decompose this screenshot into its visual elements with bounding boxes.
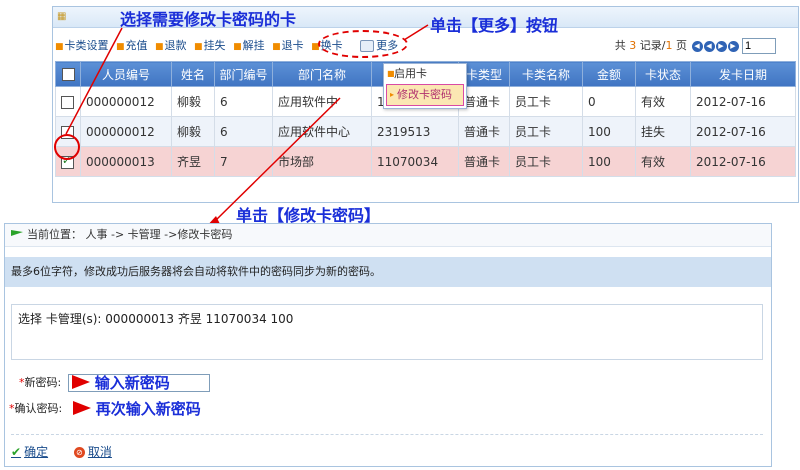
cancel-label: 取消: [87, 445, 112, 459]
check-icon: ✔: [11, 445, 22, 459]
confirm-label: 确定: [24, 445, 49, 459]
confirm-password-field[interactable]: 再次输入新密码: [69, 400, 211, 418]
notice-bar: 最多6位字符，修改成功后服务器将会自动将软件中的密码同步为新的密码。: [5, 257, 771, 287]
annotation-enter-new: 输入新密码: [94, 374, 170, 392]
new-password-field[interactable]: 输入新密码: [67, 374, 210, 392]
menu-item-change-password[interactable]: ▸ 修改卡密码: [386, 84, 464, 106]
confirm-password-label: 确认密码:: [14, 402, 63, 415]
arrow-icon: [71, 375, 90, 389]
confirm-button[interactable]: ✔ 确定: [11, 443, 48, 460]
arrow-icon: [72, 401, 91, 415]
arrow-to-more: [403, 24, 429, 41]
breadcrumb: 当前位置： 人事 -> 卡管理 ->修改卡密码: [5, 224, 771, 247]
cancel-icon: ⊘: [73, 447, 85, 458]
annotation-enter-again: 再次输入新密码: [95, 400, 201, 418]
breadcrumb-text: 当前位置： 人事 -> 卡管理 ->修改卡密码: [27, 228, 233, 241]
new-password-row: *新密码: 输入新密码: [19, 374, 210, 392]
cancel-button[interactable]: ⊘ 取消: [73, 443, 112, 460]
menu-item-label: 启用卡: [394, 67, 427, 80]
bullet-icon: ■: [387, 69, 395, 78]
menu-item-enable-card[interactable]: ■ 启用卡: [384, 64, 466, 84]
more-dropdown-menu: ■ 启用卡 ▸ 修改卡密码: [383, 63, 467, 109]
confirm-password-row: *确认密码: 再次输入新密码: [9, 400, 211, 418]
selection-box: 选择 卡管理(s): 000000013 齐昱 11070034 100: [11, 304, 763, 360]
flag-icon: [11, 230, 23, 236]
action-bar: ✔ 确定 ⊘ 取消: [11, 434, 763, 460]
menu-item-label: 修改卡密码: [397, 88, 452, 101]
new-password-label: 新密码:: [24, 376, 62, 389]
change-password-panel: 当前位置： 人事 -> 卡管理 ->修改卡密码 最多6位字符，修改成功后服务器将…: [4, 223, 772, 467]
arrow-to-checkbox: [65, 27, 123, 135]
arrow-icon: ▸: [390, 90, 395, 99]
